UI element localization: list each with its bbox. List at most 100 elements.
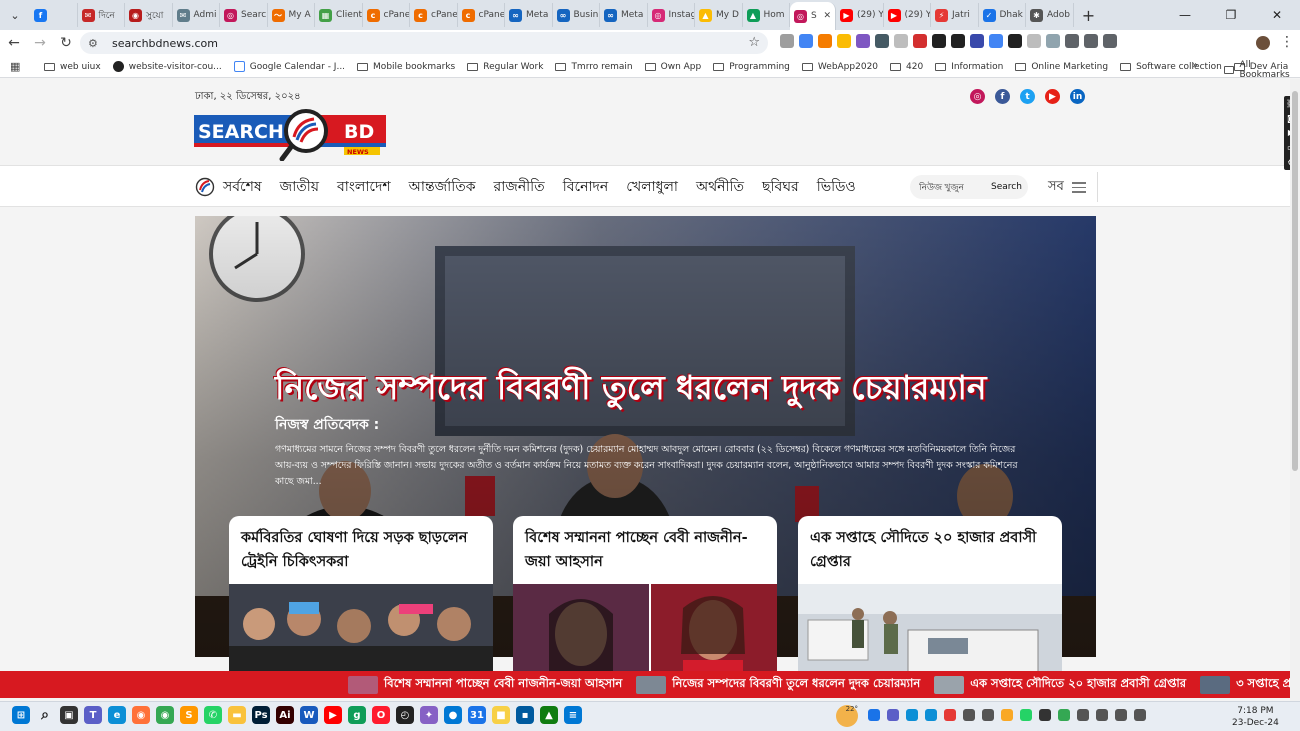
tray-icon[interactable] <box>1039 709 1051 721</box>
taskbar-app2-icon[interactable]: ▪ <box>516 706 534 724</box>
bookmark-item[interactable]: website-visitor-cou... <box>107 61 228 72</box>
extension-icon[interactable] <box>818 34 832 48</box>
tray-icon[interactable] <box>1058 709 1070 721</box>
taskbar-sticky-icon[interactable]: ■ <box>492 706 510 724</box>
news-card-2[interactable]: বিশেষ সম্মাননা পাচ্ছেন বেবী নাজনীন-জয়া … <box>513 516 777 671</box>
bookmark-item[interactable]: Google Calendar - J... <box>228 61 351 72</box>
taskbar-photoshop-icon[interactable]: Ps <box>252 706 270 724</box>
browser-tab[interactable]: ◎ Searc <box>220 3 268 27</box>
browser-tab[interactable]: c cPane <box>363 3 410 27</box>
taskbar-opera-icon[interactable]: O <box>372 706 390 724</box>
bookmark-item[interactable]: Programming <box>707 62 796 72</box>
taskbar-people-icon[interactable]: ● <box>444 706 462 724</box>
bookmark-item[interactable]: WebApp2020 <box>796 62 884 72</box>
tray-icon[interactable] <box>1115 709 1127 721</box>
forward-button[interactable]: → <box>28 31 52 55</box>
searchbd-icon[interactable]: ◎ <box>970 89 985 104</box>
nav-item[interactable]: ভিডিও <box>817 175 856 199</box>
browser-tab[interactable]: ▦ Client <box>315 3 363 27</box>
browser-tab[interactable]: ✱ Adob <box>1026 3 1074 27</box>
extension-icon[interactable] <box>1046 34 1060 48</box>
taskbar-speed-icon[interactable]: ◴ <box>396 706 414 724</box>
weather-widget[interactable]: 22° <box>836 705 858 727</box>
tray-icon[interactable] <box>944 709 956 721</box>
maximize-button[interactable]: ❐ <box>1208 0 1254 30</box>
bookmark-item[interactable]: Mobile bookmarks <box>351 62 461 72</box>
search-input[interactable] <box>910 177 980 197</box>
tray-icon[interactable] <box>925 709 937 721</box>
browser-tab[interactable]: c cPane <box>410 3 458 27</box>
bookmark-item[interactable]: Software collection <box>1114 62 1228 72</box>
hero-headline[interactable]: নিজের সম্পদের বিবরণী তুলে ধরলেন দুদক চেয… <box>275 362 987 418</box>
hamburger-icon[interactable] <box>1071 182 1086 193</box>
apps-grid-icon[interactable]: ▦ <box>10 60 30 73</box>
bookmark-item[interactable]: 420 <box>884 62 929 72</box>
browser-tab[interactable]: ∞ Busin <box>553 3 600 27</box>
browser-tab[interactable]: ✉ Admi <box>173 3 220 27</box>
site-logo[interactable]: SEARCH BD NEWS <box>194 107 386 161</box>
browser-tab[interactable]: ✉ দিনে <box>78 3 125 27</box>
browser-tab[interactable]: 〜 My A <box>268 3 315 27</box>
extension-icon[interactable] <box>1008 34 1022 48</box>
ticker-item[interactable]: এক সপ্তাহে সৌদিতে ২০ হাজার প্রবাসী গ্রেপ… <box>934 675 1186 694</box>
taskbar-illustrator-icon[interactable]: Ai <box>276 706 294 724</box>
nav-item[interactable]: খেলাধুলা <box>626 175 678 199</box>
extension-icon[interactable] <box>1065 34 1079 48</box>
taskbar-copilot-icon[interactable]: ✦ <box>420 706 438 724</box>
nav-item[interactable]: সর্বশেষ <box>223 175 262 199</box>
tray-icon[interactable] <box>982 709 994 721</box>
bookmark-item[interactable]: Regular Work <box>461 62 549 72</box>
card-title[interactable]: এক সপ্তাহে সৌদিতে ২০ হাজার প্রবাসী গ্রেপ… <box>810 526 1050 574</box>
nav-item[interactable]: জাতীয় <box>280 175 319 199</box>
profile-avatar[interactable] <box>1256 36 1270 50</box>
taskbar-start-icon[interactable]: ⊞ <box>12 706 30 724</box>
browser-menu-icon[interactable]: ⋮ <box>1280 34 1294 50</box>
browser-tab[interactable]: ▶ (29) Y <box>836 3 884 27</box>
taskbar-clock[interactable]: 7:18 PM 23-Dec-24 <box>1232 705 1279 729</box>
tray-icon[interactable] <box>906 709 918 721</box>
tray-icon[interactable] <box>1001 709 1013 721</box>
close-window-button[interactable]: ✕ <box>1254 0 1300 30</box>
tray-icon[interactable] <box>1096 709 1108 721</box>
reload-button[interactable]: ↻ <box>54 31 78 55</box>
taskbar-greenapp-icon[interactable]: g <box>348 706 366 724</box>
address-bar[interactable]: ⚙ searchbdnews.com ☆ <box>80 32 768 54</box>
tray-icon[interactable] <box>1077 709 1089 721</box>
card-title[interactable]: বিশেষ সম্মাননা পাচ্ছেন বেবী নাজনীন-জয়া … <box>525 526 765 574</box>
extension-icon[interactable] <box>951 34 965 48</box>
extension-icon[interactable] <box>932 34 946 48</box>
browser-tab[interactable]: ◉ সুযো <box>125 3 173 27</box>
nav-item[interactable]: বাংলাদেশ <box>337 175 391 199</box>
new-tab-button[interactable]: + <box>1078 4 1100 26</box>
nav-item[interactable]: ছবিঘর <box>762 175 799 199</box>
browser-tab[interactable]: ▲ My D <box>695 3 743 27</box>
taskbar-whatsapp-icon[interactable]: ✆ <box>204 706 222 724</box>
site-info-icon[interactable]: ⚙ <box>88 36 102 50</box>
tray-icon[interactable] <box>1134 709 1146 721</box>
bookmark-item[interactable]: Online Marketing <box>1009 62 1114 72</box>
browser-tab[interactable]: ✓ Dhak <box>979 3 1026 27</box>
url-text[interactable]: searchbdnews.com <box>112 37 218 50</box>
nav-item[interactable]: আন্তর্জাতিক <box>409 175 476 199</box>
taskbar-youtube-icon[interactable]: ▶ <box>324 706 342 724</box>
all-bookmarks-button[interactable]: All Bookmarks <box>1224 60 1300 80</box>
taskbar-search-icon[interactable]: ⌕ <box>36 706 54 724</box>
page-scrollbar[interactable] <box>1290 79 1300 701</box>
nav-item[interactable]: রাজনীতি <box>494 175 545 199</box>
ticker-item[interactable]: বিশেষ সম্মাননা পাচ্ছেন বেবী নাজনীন-জয়া … <box>348 675 622 694</box>
linkedin-icon[interactable]: in <box>1070 89 1085 104</box>
browser-tab[interactable]: ⚡ Jatri <box>931 3 979 27</box>
extension-icon[interactable] <box>780 34 794 48</box>
twitter-icon[interactable]: t <box>1020 89 1035 104</box>
taskbar-firefox-icon[interactable]: ◉ <box>132 706 150 724</box>
taskbar-sublime-icon[interactable]: S <box>180 706 198 724</box>
browser-tab[interactable]: ▲ Hom <box>743 3 790 27</box>
extension-icon[interactable] <box>1084 34 1098 48</box>
home-logo-icon[interactable] <box>195 177 215 197</box>
extension-icon[interactable] <box>989 34 1003 48</box>
tray-icon[interactable] <box>887 709 899 721</box>
extension-icon[interactable] <box>894 34 908 48</box>
search-button[interactable]: Search <box>991 182 1022 192</box>
extension-icon[interactable] <box>970 34 984 48</box>
tray-icon[interactable] <box>963 709 975 721</box>
